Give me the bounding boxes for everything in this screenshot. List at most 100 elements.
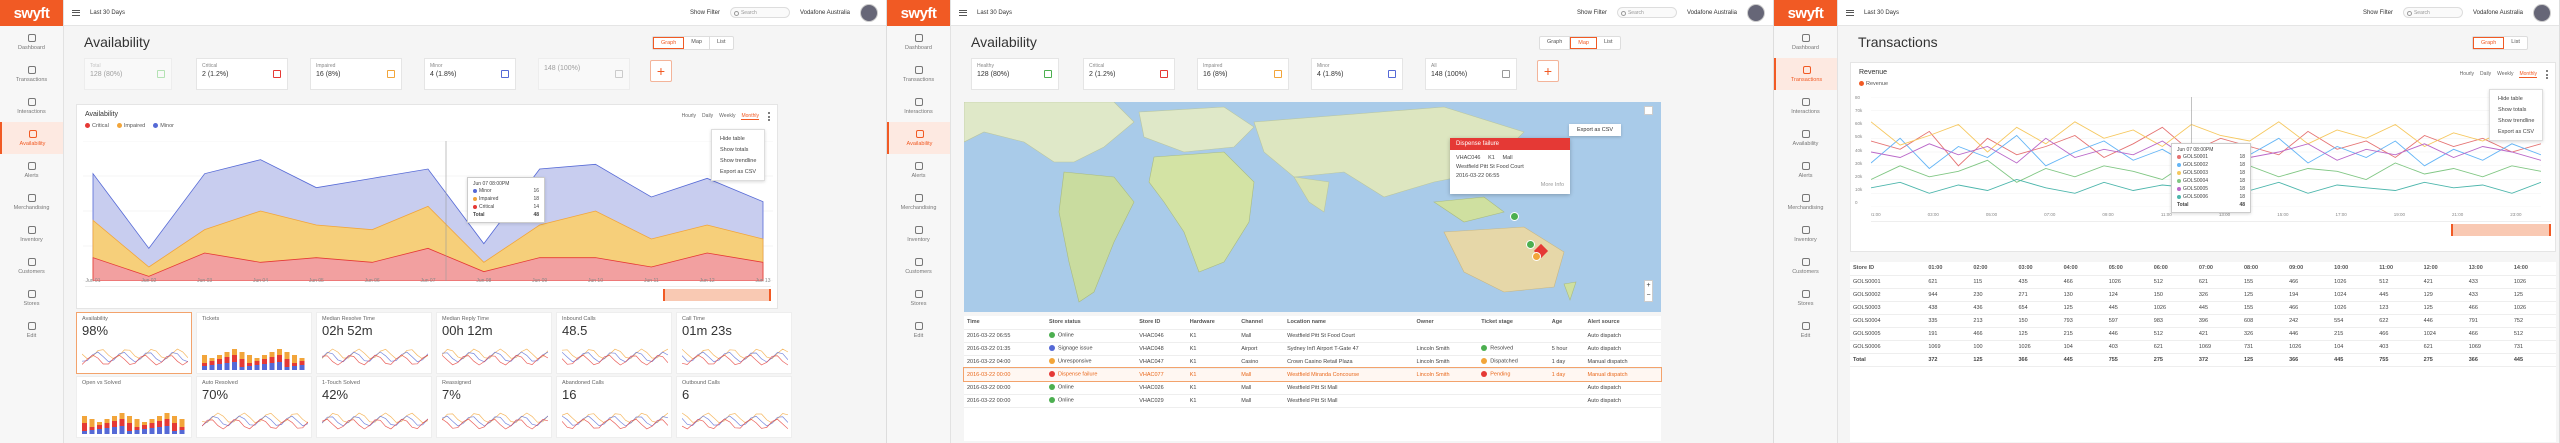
legend-minor[interactable]: Minor: [153, 123, 174, 129]
kpi-impaired[interactable]: Impaired 16 (8%): [1197, 58, 1289, 90]
view-list[interactable]: List: [1597, 37, 1620, 49]
period-daily[interactable]: Daily: [2480, 71, 2491, 78]
nav-interactions[interactable]: Interactions: [0, 90, 63, 122]
search-input[interactable]: Search: [2402, 7, 2463, 18]
period-hourly[interactable]: Hourly: [682, 113, 696, 120]
nav-stores[interactable]: Stores: [887, 282, 950, 314]
range-selection-handle[interactable]: [663, 289, 771, 301]
column-header[interactable]: 10:00: [2331, 262, 2377, 276]
menu-icon[interactable]: [1846, 9, 1854, 16]
metric-tile[interactable]: Reassigned 7%: [436, 376, 552, 438]
table-row[interactable]: GOLS0002 944 230 271 130 124 150 326 125 194 1024 4…: [1850, 288, 2556, 302]
column-header[interactable]: Age: [1548, 316, 1585, 330]
column-header[interactable]: 12:00: [2420, 262, 2466, 276]
add-filter-button[interactable]: +: [1537, 60, 1559, 82]
nav-transactions[interactable]: Transactions: [1774, 58, 1837, 90]
column-header[interactable]: 06:00: [2150, 262, 2196, 276]
zoom-control[interactable]: + −: [1644, 280, 1653, 302]
view-graph[interactable]: Graph: [2473, 37, 2505, 49]
nav-interactions[interactable]: Interactions: [887, 90, 950, 122]
table-row[interactable]: 2016-03-22 00:00 Online VHAC026 K1 Mall Westf…: [964, 381, 1661, 395]
kpi-minor[interactable]: Minor 4 (1.8%): [424, 58, 516, 90]
view-graph[interactable]: Graph: [1540, 37, 1571, 49]
menu-icon[interactable]: [959, 9, 967, 16]
nav-inventory[interactable]: Inventory: [1774, 218, 1837, 250]
table-row[interactable]: 2016-03-22 00:00 Dispense failure VHAC077 K…: [963, 367, 1662, 382]
legend-revenue[interactable]: Revenue: [1859, 81, 1888, 87]
table-row[interactable]: GOLS0003 438 436 654 125 445 1026 445 155 466 1026…: [1850, 301, 2556, 315]
store-marker-online[interactable]: [1510, 212, 1519, 221]
column-header[interactable]: 04:00: [2060, 262, 2106, 276]
table-row[interactable]: GOLS0006 1069 100 1026 104 403 621 1069 731 1026 1…: [1850, 340, 2556, 354]
period-monthly[interactable]: Monthly: [741, 113, 759, 120]
date-range-select[interactable]: Last 30 Days: [977, 10, 1012, 16]
table-row[interactable]: 2016-03-22 06:55 Online VHAC046 K1 Mall Westf…: [964, 329, 1661, 343]
nav-availability[interactable]: Availability: [0, 122, 63, 154]
metric-tile[interactable]: Open vs Solved: [76, 376, 192, 438]
table-row[interactable]: 2016-03-22 00:00 Online VHAC029 K1 Mall Westf…: [964, 394, 1661, 408]
more-options-icon[interactable]: [2546, 70, 2549, 79]
nav-merchandising[interactable]: Merchandising: [1774, 186, 1837, 218]
menu-show-totals[interactable]: Show totals: [2490, 104, 2542, 115]
view-graph[interactable]: Graph: [653, 37, 685, 49]
column-header[interactable]: Alert source: [1584, 316, 1661, 330]
world-map[interactable]: + − Export as CSV Dispense failure VHAC04…: [964, 102, 1661, 312]
view-map[interactable]: Map: [684, 37, 710, 49]
column-header[interactable]: Store ID: [1850, 262, 1926, 276]
column-header[interactable]: 13:00: [2465, 262, 2511, 276]
column-header[interactable]: 01:00: [1925, 262, 1971, 276]
nav-inventory[interactable]: Inventory: [887, 218, 950, 250]
nav-interactions[interactable]: Interactions: [1774, 90, 1837, 122]
menu-export-csv[interactable]: Export as CSV: [2490, 126, 2542, 137]
account-name[interactable]: Vodafone Australia: [2473, 10, 2523, 16]
table-row[interactable]: GOLS0005 191 466 125 215 446 512 421 326 446 215 46…: [1850, 327, 2556, 341]
nav-customers[interactable]: Customers: [887, 250, 950, 282]
nav-edit[interactable]: Edit: [0, 314, 63, 346]
column-header[interactable]: Hardware: [1186, 316, 1239, 330]
kpi-minor[interactable]: Minor 4 (1.8%): [1311, 58, 1403, 90]
nav-alerts[interactable]: Alerts: [887, 154, 950, 186]
column-header[interactable]: 11:00: [2376, 262, 2421, 276]
column-header[interactable]: Owner: [1413, 316, 1479, 330]
nav-customers[interactable]: Customers: [0, 250, 63, 282]
range-selection-handle[interactable]: [2451, 224, 2551, 236]
menu-show-trendline[interactable]: Show trendline: [712, 155, 764, 166]
column-header[interactable]: 09:00: [2286, 262, 2332, 276]
metric-tile[interactable]: Call Time 01m 23s: [676, 312, 792, 374]
column-header[interactable]: 03:00: [2015, 262, 2061, 276]
avatar[interactable]: [1747, 3, 1765, 22]
period-weekly[interactable]: Weekly: [719, 113, 735, 120]
account-name[interactable]: Vodafone Australia: [800, 10, 850, 16]
column-header[interactable]: Store ID: [1136, 316, 1187, 330]
menu-export-csv[interactable]: Export as CSV: [712, 166, 764, 177]
column-header[interactable]: 05:00: [2105, 262, 2151, 276]
view-map[interactable]: Map: [1570, 37, 1597, 49]
nav-edit[interactable]: Edit: [1774, 314, 1837, 346]
kpi-all[interactable]: 148 (100%): [538, 58, 630, 90]
nav-alerts[interactable]: Alerts: [1774, 154, 1837, 186]
add-filter-button[interactable]: +: [650, 60, 672, 82]
metric-tile[interactable]: Auto Resolved 70%: [196, 376, 312, 438]
checkbox[interactable]: [273, 70, 281, 78]
column-header[interactable]: 08:00: [2240, 262, 2287, 276]
range-navigator[interactable]: [1871, 221, 2551, 237]
column-header[interactable]: Location name: [1284, 316, 1414, 330]
metric-tile[interactable]: Median Reply Time 00h 12m: [436, 312, 552, 374]
checkbox[interactable]: [157, 70, 165, 78]
legend-critical[interactable]: Critical: [85, 123, 109, 129]
date-range-select[interactable]: Last 30 Days: [90, 10, 125, 16]
table-row[interactable]: GOLS0004 335 213 150 793 597 983 396 608 242 554 62…: [1850, 314, 2556, 328]
legend-impaired[interactable]: Impaired: [116, 123, 145, 129]
checkbox[interactable]: [387, 70, 395, 78]
menu-hide-table[interactable]: Hide table: [712, 133, 764, 144]
nav-transactions[interactable]: Transactions: [0, 58, 63, 90]
checkbox[interactable]: [1502, 70, 1510, 78]
checkbox[interactable]: [1274, 70, 1282, 78]
fullscreen-icon[interactable]: [1644, 106, 1653, 115]
checkbox[interactable]: [1388, 70, 1396, 78]
avatar[interactable]: [2533, 3, 2551, 22]
menu-show-totals[interactable]: Show totals: [712, 144, 764, 155]
search-input[interactable]: Search: [729, 7, 790, 18]
checkbox[interactable]: [1160, 70, 1168, 78]
column-header[interactable]: Store status: [1045, 316, 1137, 330]
